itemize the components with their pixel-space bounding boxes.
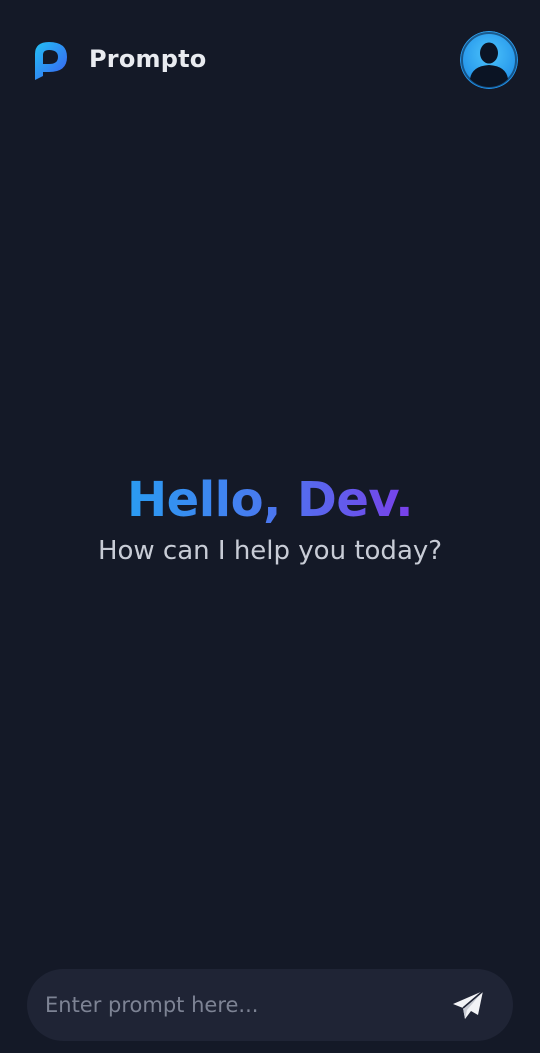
user-avatar-icon <box>460 31 518 89</box>
top-bar: Prompto <box>0 30 540 90</box>
paper-plane-send-icon <box>453 990 484 1019</box>
greeting-title: Hello, Dev. <box>126 472 414 528</box>
prompto-logo-icon <box>35 42 67 80</box>
greeting-section: Hello, Dev. How can I help you today? <box>0 470 540 568</box>
app-screen: Prompto Hello, Dev. How can I help you t… <box>0 0 540 1053</box>
app-brand-name: Prompto <box>89 45 207 73</box>
send-button[interactable] <box>445 983 489 1027</box>
prompt-input[interactable] <box>45 969 425 1041</box>
prompt-composer <box>27 969 513 1041</box>
greeting-subtitle: How can I help you today? <box>97 536 443 566</box>
user-avatar-button[interactable] <box>460 31 518 89</box>
